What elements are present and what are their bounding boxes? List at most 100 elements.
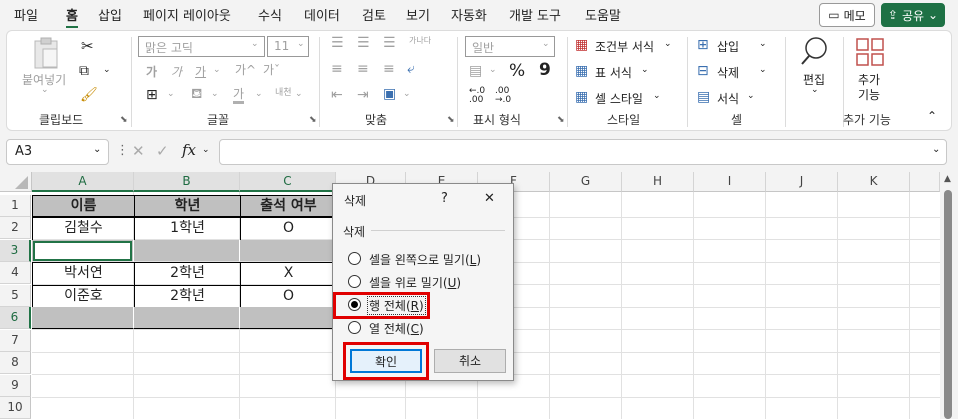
column-header-more[interactable] bbox=[910, 172, 940, 192]
name-box[interactable]: A3 ⌄ bbox=[6, 139, 109, 165]
borders-chevron-icon[interactable]: ⌄ bbox=[167, 89, 175, 99]
tab-view[interactable]: 보기 bbox=[406, 5, 430, 24]
enter-icon[interactable]: ✓ bbox=[156, 142, 169, 160]
tab-automate[interactable]: 자동화 bbox=[451, 5, 487, 24]
format-as-table-button[interactable]: 표 서식 bbox=[595, 64, 632, 81]
italic-button[interactable]: 가 bbox=[171, 63, 182, 80]
dialog-launcher-icon[interactable]: ⬊ bbox=[309, 115, 317, 125]
column-header-h[interactable]: H bbox=[622, 172, 694, 192]
font-name-select[interactable]: 맑은 고딕 ⌄ bbox=[138, 36, 265, 57]
tab-insert[interactable]: 삽입 bbox=[98, 5, 122, 24]
close-button[interactable]: ✕ bbox=[484, 191, 495, 206]
row-header-6[interactable]: 6 bbox=[0, 307, 31, 329]
phonetic-button[interactable]: 내천 bbox=[275, 85, 292, 98]
add-ins-icon[interactable] bbox=[855, 37, 885, 67]
tab-formulas[interactable]: 수식 bbox=[258, 5, 282, 24]
conditional-formatting-button[interactable]: 조건부 서식 bbox=[595, 38, 654, 55]
shrink-font-button[interactable]: 가ˇ bbox=[263, 61, 280, 78]
row-header-3[interactable]: 3 bbox=[0, 240, 31, 262]
help-button[interactable]: ? bbox=[441, 191, 448, 206]
search-icon[interactable] bbox=[799, 35, 831, 67]
decrease-decimal-icon[interactable]: .00 →.0 bbox=[495, 87, 511, 105]
table-cell[interactable]: 2학년 bbox=[134, 285, 241, 308]
tab-review[interactable]: 검토 bbox=[362, 5, 386, 24]
option-shift-up[interactable]: 셀을 위로 밀기(U) bbox=[369, 274, 461, 291]
format-cells-button[interactable]: 서식 bbox=[717, 90, 739, 107]
tab-page-layout[interactable]: 페이지 레이아웃 bbox=[143, 5, 231, 24]
vertical-scrollbar[interactable]: ▲ bbox=[940, 172, 958, 419]
cancel-button[interactable]: 취소 bbox=[434, 349, 506, 373]
underline-button[interactable]: 가 bbox=[195, 63, 206, 80]
phonetic-chevron-icon[interactable]: ⌄ bbox=[295, 89, 303, 99]
tab-help[interactable]: 도움말 bbox=[585, 5, 621, 24]
number-format-select[interactable]: 일반 ⌄ bbox=[465, 36, 555, 57]
formula-input[interactable]: ⌄ bbox=[219, 139, 947, 165]
format-as-table-icon[interactable]: ▦ bbox=[575, 63, 588, 79]
table-cell[interactable] bbox=[240, 307, 336, 329]
fill-color-chevron-icon[interactable]: ⌄ bbox=[211, 89, 219, 99]
add-ins-line2[interactable]: 기능 bbox=[858, 86, 880, 103]
table-cell[interactable]: 1학년 bbox=[134, 217, 241, 241]
font-color-button[interactable]: 가 bbox=[233, 87, 245, 104]
comments-button[interactable]: ▭ 메모 bbox=[819, 3, 875, 27]
column-header-b[interactable]: B bbox=[134, 172, 240, 192]
row-header-8[interactable]: 8 bbox=[0, 352, 31, 374]
table-cell[interactable]: X bbox=[240, 262, 337, 286]
increase-decimal-icon[interactable]: ←.0.00 bbox=[469, 87, 485, 105]
row-header-5[interactable]: 5 bbox=[0, 285, 31, 307]
wrap-text-icon[interactable]: ⤶ bbox=[407, 61, 415, 77]
table-cell[interactable]: 김철수 bbox=[32, 217, 135, 241]
dialog-launcher-icon[interactable]: ⬊ bbox=[120, 115, 128, 125]
radio-shift-up[interactable] bbox=[348, 275, 361, 288]
increase-indent-icon[interactable]: ⇥ bbox=[357, 87, 369, 103]
copy-icon[interactable]: ⧉ bbox=[79, 63, 89, 79]
bold-button[interactable]: 가 bbox=[146, 63, 157, 80]
align-top-icon[interactable]: ☰ bbox=[331, 35, 344, 51]
table-cell[interactable] bbox=[134, 307, 240, 329]
delete-cells-icon[interactable]: ⊟ bbox=[697, 63, 709, 79]
dialog-launcher-icon[interactable]: ⬊ bbox=[447, 115, 455, 125]
collapse-ribbon-icon[interactable]: ⌃ bbox=[927, 109, 937, 123]
align-left-icon[interactable]: ≡ bbox=[331, 61, 343, 77]
row-header-7[interactable]: 7 bbox=[0, 330, 31, 352]
column-header-a[interactable]: A bbox=[32, 172, 134, 192]
table-header-cell[interactable]: 학년 bbox=[134, 195, 241, 217]
column-header-c[interactable]: C bbox=[240, 172, 336, 192]
column-header-j[interactable]: J bbox=[766, 172, 838, 192]
share-button[interactable]: ⇪ 공유 ⌄ bbox=[881, 3, 945, 27]
table-cell[interactable]: 이준호 bbox=[32, 285, 135, 308]
align-center-icon[interactable]: ≡ bbox=[357, 61, 369, 77]
decrease-indent-icon[interactable]: ⇤ bbox=[331, 87, 343, 103]
grow-font-button[interactable]: 가^ bbox=[235, 61, 256, 78]
fill-color-icon[interactable]: ⛾ bbox=[191, 86, 202, 104]
table-cell[interactable]: O bbox=[240, 217, 337, 241]
conditional-formatting-icon[interactable]: ▦ bbox=[575, 37, 588, 53]
row-header-10[interactable]: 10 bbox=[0, 397, 31, 419]
active-cell-a3[interactable] bbox=[33, 241, 132, 261]
align-right-icon[interactable]: ≡ bbox=[383, 61, 395, 77]
orientation-button[interactable]: 가나다 bbox=[409, 35, 431, 46]
cell-styles-button[interactable]: 셀 스타일 bbox=[595, 90, 643, 107]
insert-cells-icon[interactable]: ⊞ bbox=[697, 37, 709, 53]
column-header-g[interactable]: G bbox=[550, 172, 622, 192]
borders-icon[interactable]: ⊞ bbox=[146, 87, 158, 103]
tab-developer[interactable]: 개발 도구 bbox=[509, 5, 561, 24]
table-cell[interactable]: O bbox=[240, 285, 337, 308]
merge-center-icon[interactable]: ▣ bbox=[383, 86, 396, 102]
row-header-2[interactable]: 2 bbox=[0, 217, 31, 239]
row-header-4[interactable]: 4 bbox=[0, 262, 31, 284]
table-cell[interactable] bbox=[240, 240, 336, 262]
scrollbar-thumb[interactable] bbox=[944, 190, 952, 419]
more-icon[interactable]: ⋮ bbox=[116, 143, 129, 158]
tab-home[interactable]: 홈 bbox=[66, 5, 78, 28]
copy-chevron-icon[interactable]: ⌄ bbox=[103, 65, 111, 75]
table-cell[interactable] bbox=[134, 240, 240, 262]
select-all-button[interactable] bbox=[0, 172, 32, 192]
underline-chevron-icon[interactable]: ⌄ bbox=[213, 65, 221, 75]
comma-button[interactable]: 9 bbox=[539, 60, 551, 80]
delete-cells-button[interactable]: 삭제 bbox=[717, 64, 739, 81]
tab-file[interactable]: 파일 bbox=[14, 5, 38, 24]
cut-icon[interactable]: ✂ bbox=[81, 37, 94, 55]
option-shift-left[interactable]: 셀을 왼쪽으로 밀기(L) bbox=[369, 251, 481, 268]
cell-styles-icon[interactable]: ▦ bbox=[575, 89, 588, 105]
